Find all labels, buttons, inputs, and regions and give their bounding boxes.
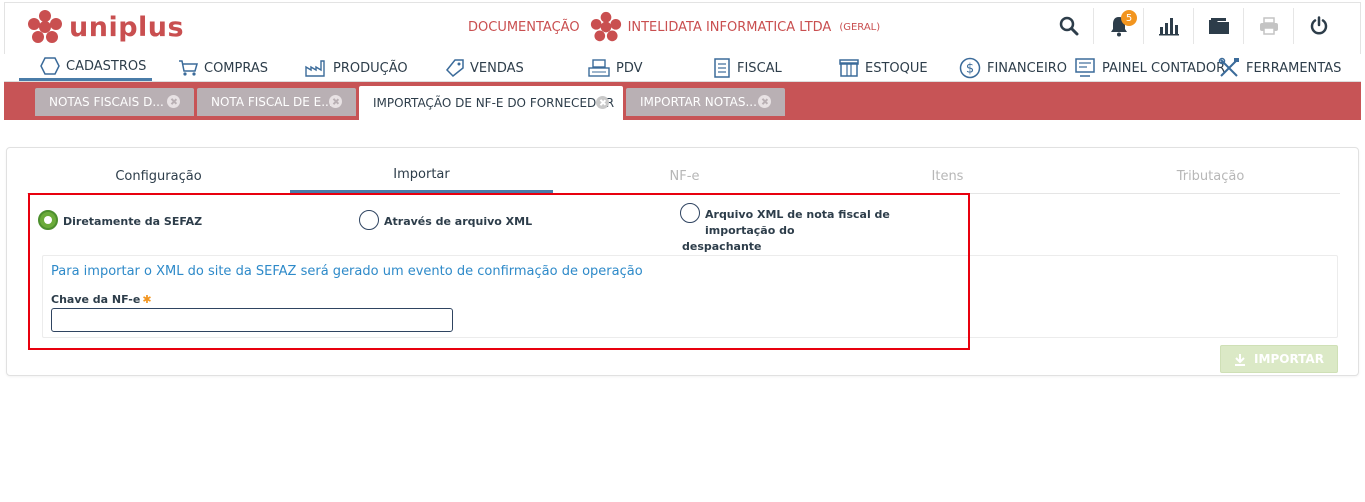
files-button[interactable]	[1194, 8, 1244, 44]
menu-item-pdv[interactable]: PDV	[588, 54, 643, 82]
download-icon	[1235, 353, 1246, 366]
company-scope: (GERAL)	[839, 21, 881, 33]
menu-item-label: FINANCEIRO	[987, 60, 1068, 76]
radio-xml-despachante[interactable]: Arquivo XML de nota fiscal de importação…	[680, 203, 959, 255]
folder-icon	[1208, 18, 1229, 34]
tab-label: IMPORTAÇÃO DE NF-E DO FORNECEDOR	[373, 96, 615, 110]
radio-label: Diretamente da SEFAZ	[63, 215, 203, 228]
menu-item-label: COMPRAS	[204, 60, 269, 76]
required-icon: ✱	[142, 293, 152, 306]
top-header: uniplus DOCUMENTAÇÃO INTELIDATA INFORMAT…	[4, 2, 1361, 54]
notification-badge: 5	[1121, 10, 1137, 26]
reports-button[interactable]	[1144, 8, 1194, 44]
sefaz-form: Para importar o XML do site da SEFAZ ser…	[42, 255, 1338, 338]
close-icon[interactable]	[329, 95, 342, 108]
wizard-steps: Configuração Importar NF-e Itens Tributa…	[27, 158, 1340, 194]
register-icon	[588, 59, 610, 77]
menu-item-financeiro[interactable]: $ FINANCEIRO	[959, 54, 1067, 82]
menu-item-fiscal[interactable]: FISCAL	[713, 54, 782, 82]
factory-icon	[305, 60, 325, 77]
power-icon	[1310, 16, 1328, 35]
menu-item-label: PAINEL CONTADOR	[1102, 60, 1226, 76]
tag-icon	[445, 59, 464, 77]
documentation-link[interactable]: DOCUMENTAÇÃO	[468, 20, 580, 35]
logout-button[interactable]	[1294, 8, 1344, 44]
monitor-icon	[1075, 58, 1095, 77]
import-wizard-panel: Configuração Importar NF-e Itens Tributa…	[6, 147, 1359, 376]
dollar-icon: $	[959, 57, 981, 79]
radio-sefaz[interactable]: Diretamente da SEFAZ	[38, 210, 202, 230]
step-nfe: NF-e	[669, 168, 700, 184]
header-toolbar: 5	[1044, 3, 1344, 49]
svg-text:$: $	[966, 62, 974, 77]
nfe-key-label-text: Chave da NF-e	[51, 293, 141, 306]
tab-importacao-nfe[interactable]: IMPORTAÇÃO DE NF-E DO FORNECEDOR	[359, 86, 623, 120]
menu-item-estoque[interactable]: ESTOQUE	[839, 54, 928, 82]
company-logo-icon	[590, 11, 621, 42]
company-name: INTELIDATA INFORMATICA LTDA	[627, 19, 832, 35]
menu-item-label: PDV	[616, 60, 643, 76]
tab-notas-fiscais[interactable]: NOTAS FISCAIS D...	[35, 88, 194, 116]
menu-item-label: PRODUÇÃO	[333, 60, 408, 76]
cart-icon	[179, 60, 198, 76]
menu-item-compras[interactable]: COMPRAS	[178, 54, 268, 82]
source-options: Diretamente da SEFAZ Através de arquivo …	[29, 196, 959, 253]
close-icon[interactable]	[167, 95, 180, 108]
menu-item-vendas[interactable]: VENDAS	[444, 54, 524, 82]
radio-label: Através de arquivo XML	[384, 215, 533, 228]
tab-nota-fiscal-entrada[interactable]: NOTA FISCAL DE E...	[197, 88, 356, 116]
close-icon[interactable]	[596, 96, 609, 109]
search-icon	[1059, 16, 1078, 36]
radio-label: Arquivo XML de nota fiscal de importação…	[682, 207, 959, 255]
tab-label: NOTAS FISCAIS D...	[49, 95, 164, 109]
step-itens: Itens	[931, 168, 964, 184]
brand-name: uniplus	[69, 11, 185, 43]
print-button[interactable]	[1244, 8, 1294, 44]
menu-item-painel-contador[interactable]: PAINEL CONTADOR	[1074, 54, 1225, 82]
app-window: uniplus DOCUMENTAÇÃO INTELIDATA INFORMAT…	[0, 0, 1365, 502]
menu-item-ferramentas[interactable]: FERRAMENTAS	[1218, 54, 1341, 82]
tab-label: IMPORTAR NOTAS...	[640, 95, 757, 109]
box-icon	[839, 59, 859, 77]
nfe-key-label: Chave da NF-e ✱	[51, 293, 152, 306]
sefaz-info-text: Para importar o XML do site da SEFAZ ser…	[51, 264, 643, 279]
radio-xml-file[interactable]: Através de arquivo XML	[359, 210, 532, 230]
printer-icon	[1259, 17, 1278, 35]
document-icon	[714, 58, 730, 78]
brand-logo[interactable]: uniplus	[27, 9, 184, 45]
radio-label-line1: Arquivo XML de nota fiscal de importação…	[705, 208, 890, 237]
radio-label-line2: despachante	[682, 240, 762, 253]
menu-item-label: ESTOQUE	[865, 60, 928, 76]
tab-importar-notas[interactable]: IMPORTAR NOTAS...	[626, 88, 785, 116]
step-tributacao: Tributação	[1176, 168, 1245, 184]
radio-unchecked-icon[interactable]	[680, 203, 700, 223]
search-button[interactable]	[1044, 8, 1094, 44]
notifications-button[interactable]: 5	[1094, 8, 1144, 44]
close-icon[interactable]	[758, 95, 771, 108]
menu-item-label: FERRAMENTAS	[1246, 60, 1342, 76]
menu-item-label: FISCAL	[737, 60, 782, 76]
menu-item-producao[interactable]: PRODUÇÃO	[305, 54, 408, 82]
menu-item-label: VENDAS	[470, 60, 524, 76]
nfe-key-input[interactable]	[51, 308, 453, 332]
radio-unchecked-icon[interactable]	[359, 210, 379, 230]
chart-icon	[1158, 18, 1179, 36]
tab-label: NOTA FISCAL DE E...	[211, 95, 333, 109]
menu-item-label: CADASTROS	[66, 58, 147, 74]
company-selector[interactable]: DOCUMENTAÇÃO INTELIDATA INFORMATICA LTDA…	[468, 11, 880, 43]
open-tabs-bar: NOTAS FISCAIS D... NOTA FISCAL DE E... I…	[4, 82, 1361, 120]
import-button[interactable]: IMPORTAR	[1220, 345, 1338, 373]
uniplus-logo-icon	[28, 10, 62, 43]
radio-checked-icon[interactable]	[38, 210, 58, 230]
import-button-label: IMPORTAR	[1254, 352, 1324, 366]
tools-icon	[1218, 57, 1239, 77]
step-importar[interactable]: Importar	[290, 158, 553, 193]
hexagon-icon	[40, 57, 60, 75]
step-configuracao[interactable]: Configuração	[27, 158, 290, 194]
main-menu: CADASTROS COMPRAS PRODUÇÃO VENDAS PDV FI…	[4, 54, 1361, 82]
menu-item-cadastros[interactable]: CADASTROS	[19, 54, 152, 81]
